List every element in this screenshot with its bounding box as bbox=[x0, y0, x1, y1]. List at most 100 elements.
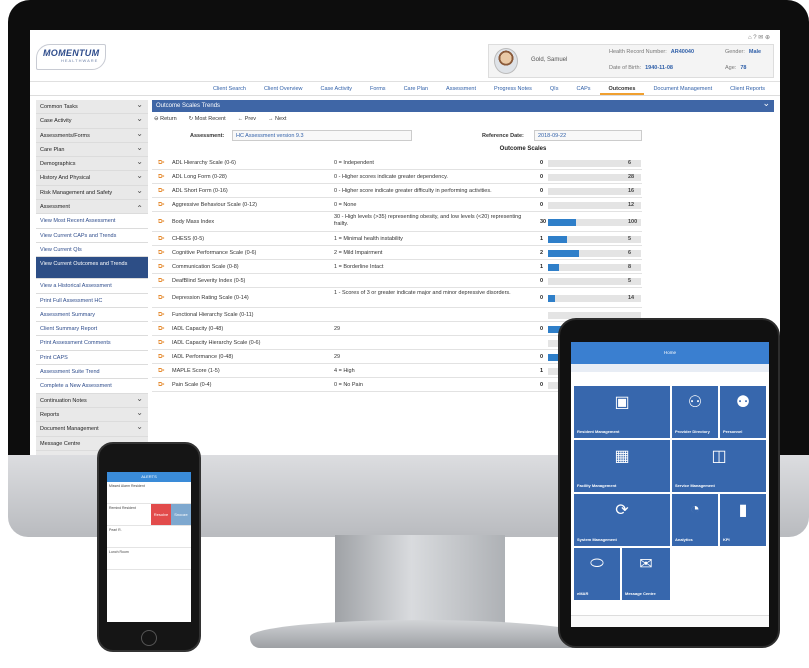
scale-trend-icon[interactable]: ⧉▸ bbox=[158, 236, 165, 243]
sidebar: Common TasksCase ActivityAssessments/For… bbox=[36, 98, 148, 455]
sidebar-item-view-a-historical-assessment[interactable]: View a Historical Assessment bbox=[36, 279, 148, 294]
phone-list-item[interactable]: Remind Resident Resolve Snooze bbox=[107, 504, 191, 526]
scale-description: 0 - Higher scores indicate greater depen… bbox=[334, 173, 448, 180]
scale-bar-fill bbox=[548, 250, 579, 257]
top-toolbar-icons[interactable]: ⌂ ? ✉ ⊕ bbox=[748, 34, 770, 41]
sidebar-item-print-assessment-comments[interactable]: Print Assessment Comments bbox=[36, 336, 148, 351]
phone-list-item[interactable]: Lunch Room bbox=[107, 548, 191, 570]
sidebar-item-client-summary-report[interactable]: Client Summary Report bbox=[36, 322, 148, 337]
sidebar-item-continuation-notes[interactable]: Continuation Notes bbox=[36, 392, 148, 408]
scale-trend-icon[interactable]: ⧉▸ bbox=[158, 312, 165, 319]
nav-tab-outcomes[interactable]: Outcomes bbox=[599, 82, 645, 95]
nav-tab-progress-notes[interactable]: Progress Notes bbox=[485, 82, 541, 95]
scale-trend-icon[interactable]: ⧉▸ bbox=[158, 326, 165, 333]
sidebar-item-care-plan[interactable]: Care Plan bbox=[36, 141, 148, 158]
outcome-scale-row[interactable]: ⧉▸ Aggressive Behaviour Scale (0-12) 0 = N… bbox=[152, 198, 642, 212]
sidebar-item-view-current-outcomes-and-trends[interactable]: View Current Outcomes and Trends bbox=[36, 257, 148, 280]
scale-name: ADL Short Form (0-16) bbox=[172, 187, 228, 194]
return-button[interactable]: ⊖ Return bbox=[154, 116, 177, 122]
reference-date-label: Reference Date: bbox=[482, 133, 524, 139]
tile-analytics[interactable]: ◔ Analytics bbox=[672, 494, 718, 546]
outcome-scale-row[interactable]: ⧉▸ DeafBlind Severity Index (0-5) 0 5 bbox=[152, 274, 642, 288]
nav-tab-document-management[interactable]: Document Management bbox=[644, 82, 721, 95]
momentum-logo[interactable]: MOMENTUM HEALTHWARE bbox=[36, 44, 106, 70]
scale-trend-icon[interactable]: ⧉▸ bbox=[158, 382, 165, 389]
scale-name: CHESS (0-5) bbox=[172, 235, 205, 242]
scale-trend-icon[interactable]: ⧉▸ bbox=[158, 188, 165, 195]
scale-trend-icon[interactable]: ⧉▸ bbox=[158, 174, 165, 181]
sidebar-item-assessment-suite-trend[interactable]: Assessment Suite Trend bbox=[36, 365, 148, 380]
scale-trend-icon[interactable]: ⧉▸ bbox=[158, 160, 165, 167]
scale-trend-icon[interactable]: ⧉▸ bbox=[158, 295, 165, 302]
scale-trend-icon[interactable]: ⧉▸ bbox=[158, 219, 165, 226]
sidebar-item-print-caps[interactable]: Print CAPS bbox=[36, 350, 148, 366]
tablet-search-bar[interactable] bbox=[571, 364, 769, 372]
snooze-button[interactable]: Snooze bbox=[171, 504, 191, 525]
outcome-scale-row[interactable]: ⧉▸ ADL Short Form (0-16) 0 - Higher score … bbox=[152, 184, 642, 198]
phone-item-label: Lunch Room bbox=[109, 550, 129, 554]
phone-swipe-actions: Resolve Snooze bbox=[151, 504, 191, 525]
nav-tab-client-reports[interactable]: Client Reports bbox=[721, 82, 774, 95]
tile-emar[interactable]: ⬭ eMAR bbox=[574, 548, 620, 600]
scale-trend-icon[interactable]: ⧉▸ bbox=[158, 278, 165, 285]
nav-tab-assessment[interactable]: Assessment bbox=[437, 82, 485, 95]
tile-service-management[interactable]: ◫ Service Management bbox=[672, 440, 766, 492]
outcome-scale-row[interactable]: ⧉▸ ADL Long Form (0-28) 0 - Higher scores … bbox=[152, 170, 642, 184]
scale-name: IADL Performance (0-48) bbox=[172, 353, 234, 360]
tile-resident-management[interactable]: ▣ Resident Management bbox=[574, 386, 670, 438]
sidebar-item-assessment-summary[interactable]: Assessment Summary bbox=[36, 307, 148, 323]
assessment-value[interactable]: HC Assessment version 9.3 bbox=[232, 130, 412, 141]
nav-tab-care-plan[interactable]: Care Plan bbox=[395, 82, 437, 95]
next-button[interactable]: → Next bbox=[268, 116, 286, 122]
scale-trend-icon[interactable]: ⧉▸ bbox=[158, 202, 165, 209]
sidebar-item-demographics[interactable]: Demographics bbox=[36, 155, 148, 172]
tile-provider-directory[interactable]: ⚇ Provider Directory bbox=[672, 386, 718, 438]
resolve-button[interactable]: Resolve bbox=[151, 504, 171, 525]
nav-tab-client-overview[interactable]: Client Overview bbox=[255, 82, 312, 95]
outcome-scale-row[interactable]: ⧉▸ Cognitive Performance Scale (0-6) 2 = M… bbox=[152, 246, 642, 260]
sidebar-item-risk-management-and-safety[interactable]: Risk Management and Safety bbox=[36, 184, 148, 201]
sidebar-item-view-most-recent-assessment[interactable]: View Most Recent Assessment bbox=[36, 214, 148, 229]
sidebar-item-print-full-assessment-hc[interactable]: Print Full Assessment HC bbox=[36, 293, 148, 308]
scale-value: 0 bbox=[540, 173, 544, 180]
scale-trend-icon[interactable]: ⧉▸ bbox=[158, 354, 165, 361]
nav-tab-case-activity[interactable]: Case Activity bbox=[311, 82, 360, 95]
outcome-scale-row[interactable]: ⧉▸ Communication Scale (0-8) 1 = Borderlin… bbox=[152, 260, 642, 274]
outcome-scale-row[interactable]: ⧉▸ Depression Rating Scale (0-14) 1 - Scor… bbox=[152, 288, 642, 308]
reference-date-value[interactable]: 2018-09-22 bbox=[534, 130, 642, 141]
scale-trend-icon[interactable]: ⧉▸ bbox=[158, 264, 165, 271]
nav-tab-forms[interactable]: Forms bbox=[361, 82, 395, 95]
sidebar-item-reports[interactable]: Reports bbox=[36, 406, 148, 423]
outcome-scale-row[interactable]: ⧉▸ ADL Hierarchy Scale (0-6) 0 = Independe… bbox=[152, 156, 642, 170]
scale-trend-icon[interactable]: ⧉▸ bbox=[158, 340, 165, 347]
return-label: Return bbox=[160, 116, 177, 122]
scale-name: Body Mass Index bbox=[172, 218, 215, 225]
outcome-scale-row[interactable]: ⧉▸ CHESS (0-5) 1 = Minimal health instabil… bbox=[152, 232, 642, 246]
scale-trend-icon[interactable]: ⧉▸ bbox=[158, 250, 165, 257]
tile-personnel[interactable]: ⚉ Personnel bbox=[720, 386, 766, 438]
sidebar-item-document-management[interactable]: Document Management bbox=[36, 420, 148, 437]
prev-button[interactable]: ← Prev bbox=[238, 116, 256, 122]
sidebar-item-assessments-forms[interactable]: Assessments/Forms bbox=[36, 127, 148, 143]
most-recent-button[interactable]: ↻ Most Recent bbox=[189, 116, 226, 122]
phone-home-button[interactable] bbox=[141, 630, 157, 646]
sidebar-item-common-tasks[interactable]: Common Tasks bbox=[36, 98, 148, 115]
sidebar-item-assessment[interactable]: Assessment bbox=[36, 200, 148, 216]
sidebar-item-view-current-qis[interactable]: View Current QIs bbox=[36, 242, 148, 258]
phone-list-item[interactable]: Pearl R. bbox=[107, 526, 191, 548]
sidebar-item-view-current-caps-and-trends[interactable]: View Current CAPs and Trends bbox=[36, 228, 148, 243]
nav-tab-qis[interactable]: QIs bbox=[541, 82, 568, 95]
outcome-scale-row[interactable]: ⧉▸ Body Mass Index 30 - High levels (>35) … bbox=[152, 212, 642, 232]
tile-message-centre[interactable]: ✉ Message Centre bbox=[622, 548, 670, 600]
sidebar-item-history-and-physical[interactable]: History And Physical bbox=[36, 169, 148, 186]
tile-system-management[interactable]: ⟳ System Management bbox=[574, 494, 670, 546]
sidebar-item-case-activity[interactable]: Case Activity bbox=[36, 112, 148, 129]
phone-list-item[interactable]: Missed Alarm Resident bbox=[107, 482, 191, 504]
panel-title[interactable]: Outcome Scales Trends bbox=[152, 97, 774, 112]
nav-tab-client-search[interactable]: Client Search bbox=[204, 82, 255, 95]
nav-tab-caps[interactable]: CAPs bbox=[567, 82, 599, 95]
sidebar-item-complete-a-new-assessment[interactable]: Complete a New Assessment bbox=[36, 379, 148, 394]
tile-kpi[interactable]: ▮ KPI bbox=[720, 494, 766, 546]
scale-trend-icon[interactable]: ⧉▸ bbox=[158, 368, 165, 375]
tile-facility-management[interactable]: ▦ Facility Management bbox=[574, 440, 670, 492]
